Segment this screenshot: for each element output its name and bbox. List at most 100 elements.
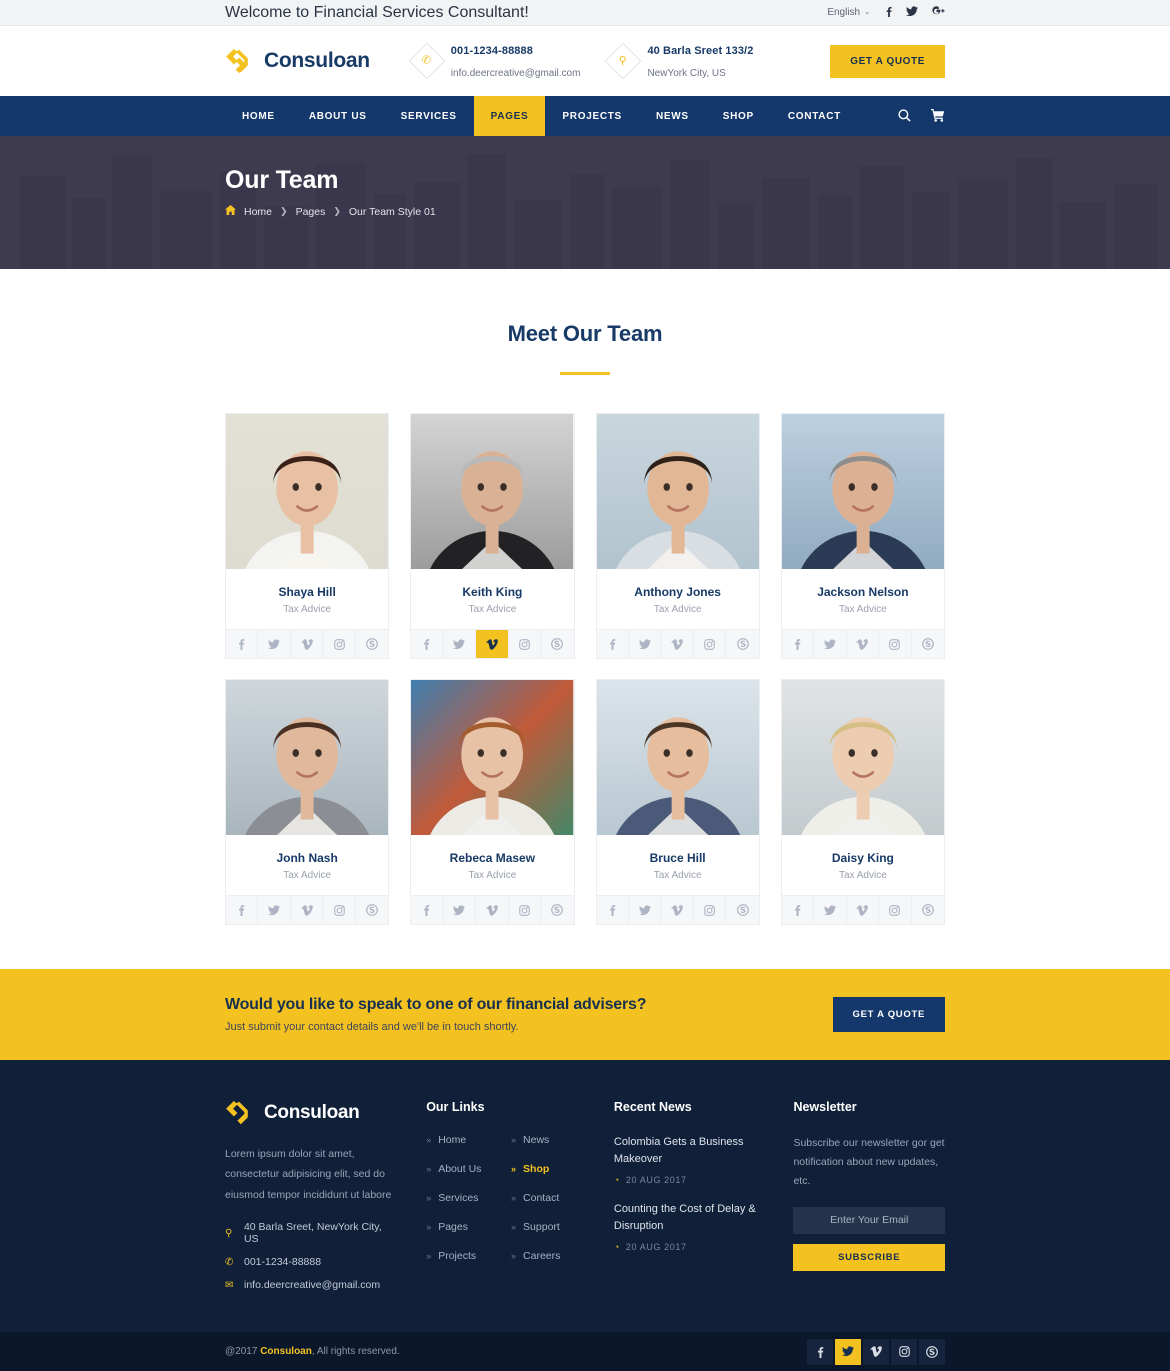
skype-icon[interactable] (726, 896, 758, 924)
twitter-icon[interactable] (835, 1338, 861, 1365)
team-grid: Shaya Hill Tax Advice Keith King Tax Advice… (225, 413, 945, 925)
nav-item-news[interactable]: NEWS (639, 96, 706, 136)
skype-icon[interactable] (912, 896, 944, 924)
vimeo-icon[interactable] (291, 630, 324, 658)
vimeo-icon[interactable] (847, 896, 880, 924)
footer-link-projects[interactable]: » Projects (426, 1250, 501, 1262)
facebook-icon[interactable] (782, 630, 815, 658)
team-member-card[interactable]: Rebeca Masew Tax Advice (410, 679, 575, 925)
footer-news-item[interactable]: Counting the Cost of Delay & Disruption ◔… (614, 1201, 766, 1252)
vimeo-icon[interactable] (291, 896, 324, 924)
twitter-icon[interactable] (444, 896, 477, 924)
facebook-icon[interactable] (782, 896, 815, 924)
facebook-icon[interactable] (411, 630, 444, 658)
vimeo-icon[interactable] (476, 630, 509, 658)
vimeo-icon[interactable] (847, 630, 880, 658)
footer-link-contact[interactable]: » Contact (511, 1192, 586, 1204)
header-address-info[interactable]: ⚲ 40 Barla Sreet 133/2 NewYork City, US (605, 39, 753, 82)
chevron-right-icon: » (426, 1135, 432, 1145)
footer-news-column: Recent News Colombia Gets a Business Mak… (614, 1100, 766, 1302)
vimeo-icon[interactable] (661, 630, 694, 658)
nav-item-about-us[interactable]: ABOUT US (292, 96, 384, 136)
instagram-icon[interactable] (891, 1338, 917, 1365)
footer-bottom-bar: @2017 Consuloan, All rights reserved. (0, 1332, 1170, 1371)
footer-link-support[interactable]: » Support (511, 1221, 586, 1233)
instagram-icon[interactable] (879, 630, 912, 658)
twitter-icon[interactable] (258, 630, 291, 658)
twitter-icon[interactable] (629, 896, 662, 924)
twitter-icon[interactable] (814, 896, 847, 924)
vimeo-icon[interactable] (863, 1338, 889, 1365)
twitter-icon[interactable] (814, 630, 847, 658)
news-title[interactable]: Counting the Cost of Delay & Disruption (614, 1201, 766, 1235)
team-member-photo (596, 680, 759, 835)
instagram-icon[interactable] (694, 896, 727, 924)
team-member-card[interactable]: Shaya Hill Tax Advice (225, 413, 390, 659)
breadcrumb-pages[interactable]: Pages (296, 206, 326, 218)
skype-icon[interactable] (356, 896, 388, 924)
google-plus-icon[interactable] (932, 5, 945, 20)
facebook-icon[interactable] (597, 896, 629, 924)
facebook-icon[interactable] (886, 6, 892, 20)
footer-link-about-us[interactable]: » About Us (426, 1163, 501, 1175)
team-member-card[interactable]: Keith King Tax Advice (410, 413, 575, 659)
instagram-icon[interactable] (323, 896, 356, 924)
instagram-icon[interactable] (879, 896, 912, 924)
footer-link-news[interactable]: » News (511, 1134, 586, 1146)
twitter-icon[interactable] (629, 630, 662, 658)
get-a-quote-button-cta[interactable]: GET A QUOTE (832, 997, 945, 1032)
facebook-icon[interactable] (226, 630, 259, 658)
footer-link-shop[interactable]: » Shop (511, 1163, 586, 1175)
team-member-card[interactable]: Daisy King Tax Advice (780, 679, 945, 925)
footer-news-item[interactable]: Colombia Gets a Business Makeover ◔ 20 AUG… (614, 1134, 766, 1185)
instagram-icon[interactable] (509, 896, 542, 924)
facebook-icon[interactable] (411, 896, 444, 924)
facebook-icon[interactable] (807, 1338, 833, 1365)
nav-item-home[interactable]: HOME (225, 96, 292, 136)
twitter-icon[interactable] (444, 630, 477, 658)
instagram-icon[interactable] (694, 630, 727, 658)
nav-item-shop[interactable]: SHOP (706, 96, 771, 136)
search-icon[interactable] (898, 108, 911, 124)
cart-icon[interactable] (931, 108, 945, 124)
twitter-icon[interactable] (906, 5, 918, 20)
footer-link-pages[interactable]: » Pages (426, 1221, 501, 1233)
get-a-quote-button-header[interactable]: GET A QUOTE (830, 44, 945, 78)
skype-icon[interactable] (726, 630, 758, 658)
nav-item-services[interactable]: SERVICES (384, 96, 474, 136)
nav-item-contact[interactable]: CONTACT (771, 96, 858, 136)
skype-icon[interactable] (919, 1338, 945, 1365)
team-member-card[interactable]: Anthony Jones Tax Advice (595, 413, 760, 659)
news-title[interactable]: Colombia Gets a Business Makeover (614, 1134, 766, 1168)
language-selector[interactable]: English ⌄ (827, 7, 870, 18)
subscribe-button[interactable]: SUBSCRIBE (793, 1243, 945, 1271)
team-member-card[interactable]: Bruce Hill Tax Advice (595, 679, 760, 925)
footer-contact-item[interactable]: ✉ info.deercreative@gmail.com (225, 1279, 398, 1291)
footer-contact-item[interactable]: ✆ 001-1234-88888 (225, 1256, 398, 1268)
skype-icon[interactable] (541, 896, 573, 924)
skype-icon[interactable] (912, 630, 944, 658)
vimeo-icon[interactable] (476, 896, 509, 924)
nav-item-projects[interactable]: PROJECTS (545, 96, 639, 136)
footer-link-services[interactable]: » Services (426, 1192, 501, 1204)
facebook-icon[interactable] (597, 630, 629, 658)
footer-link-careers[interactable]: » Careers (511, 1250, 586, 1262)
footer-link-home[interactable]: » Home (426, 1134, 501, 1146)
footer-brand-logo[interactable]: Consuloan (225, 1100, 398, 1126)
twitter-icon[interactable] (258, 896, 291, 924)
cta-subtext: Just submit your contact details and we'… (225, 1021, 519, 1033)
skype-icon[interactable] (541, 630, 573, 658)
brand-logo[interactable]: Consuloan (225, 48, 370, 74)
nav-item-pages[interactable]: PAGES (473, 96, 546, 136)
footer-contact-item[interactable]: ⚲ 40 Barla Sreet, NewYork City, US (225, 1221, 398, 1245)
team-member-card[interactable]: Jonh Nash Tax Advice (225, 679, 390, 925)
breadcrumb-home[interactable]: Home (244, 206, 272, 218)
facebook-icon[interactable] (226, 896, 259, 924)
vimeo-icon[interactable] (661, 896, 694, 924)
skype-icon[interactable] (356, 630, 388, 658)
header-phone-info[interactable]: ✆ 001-1234-88888 info.deercreative@gmail… (408, 39, 580, 82)
team-member-card[interactable]: Jackson Nelson Tax Advice (780, 413, 945, 659)
instagram-icon[interactable] (509, 630, 542, 658)
instagram-icon[interactable] (323, 630, 356, 658)
newsletter-email-input[interactable] (793, 1206, 945, 1234)
